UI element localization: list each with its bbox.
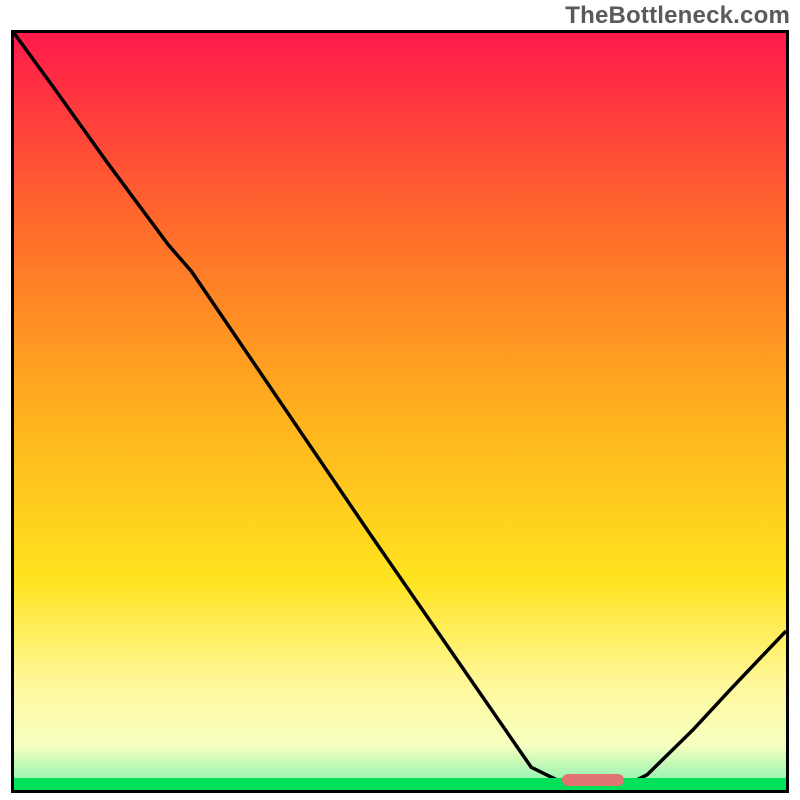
chart-frame [11,30,789,793]
optimal-zone-strip [14,778,786,790]
bottleneck-chart [14,33,786,790]
chart-background [14,33,786,790]
optimal-range-marker [562,774,624,786]
watermark-text: TheBottleneck.com [565,2,790,30]
